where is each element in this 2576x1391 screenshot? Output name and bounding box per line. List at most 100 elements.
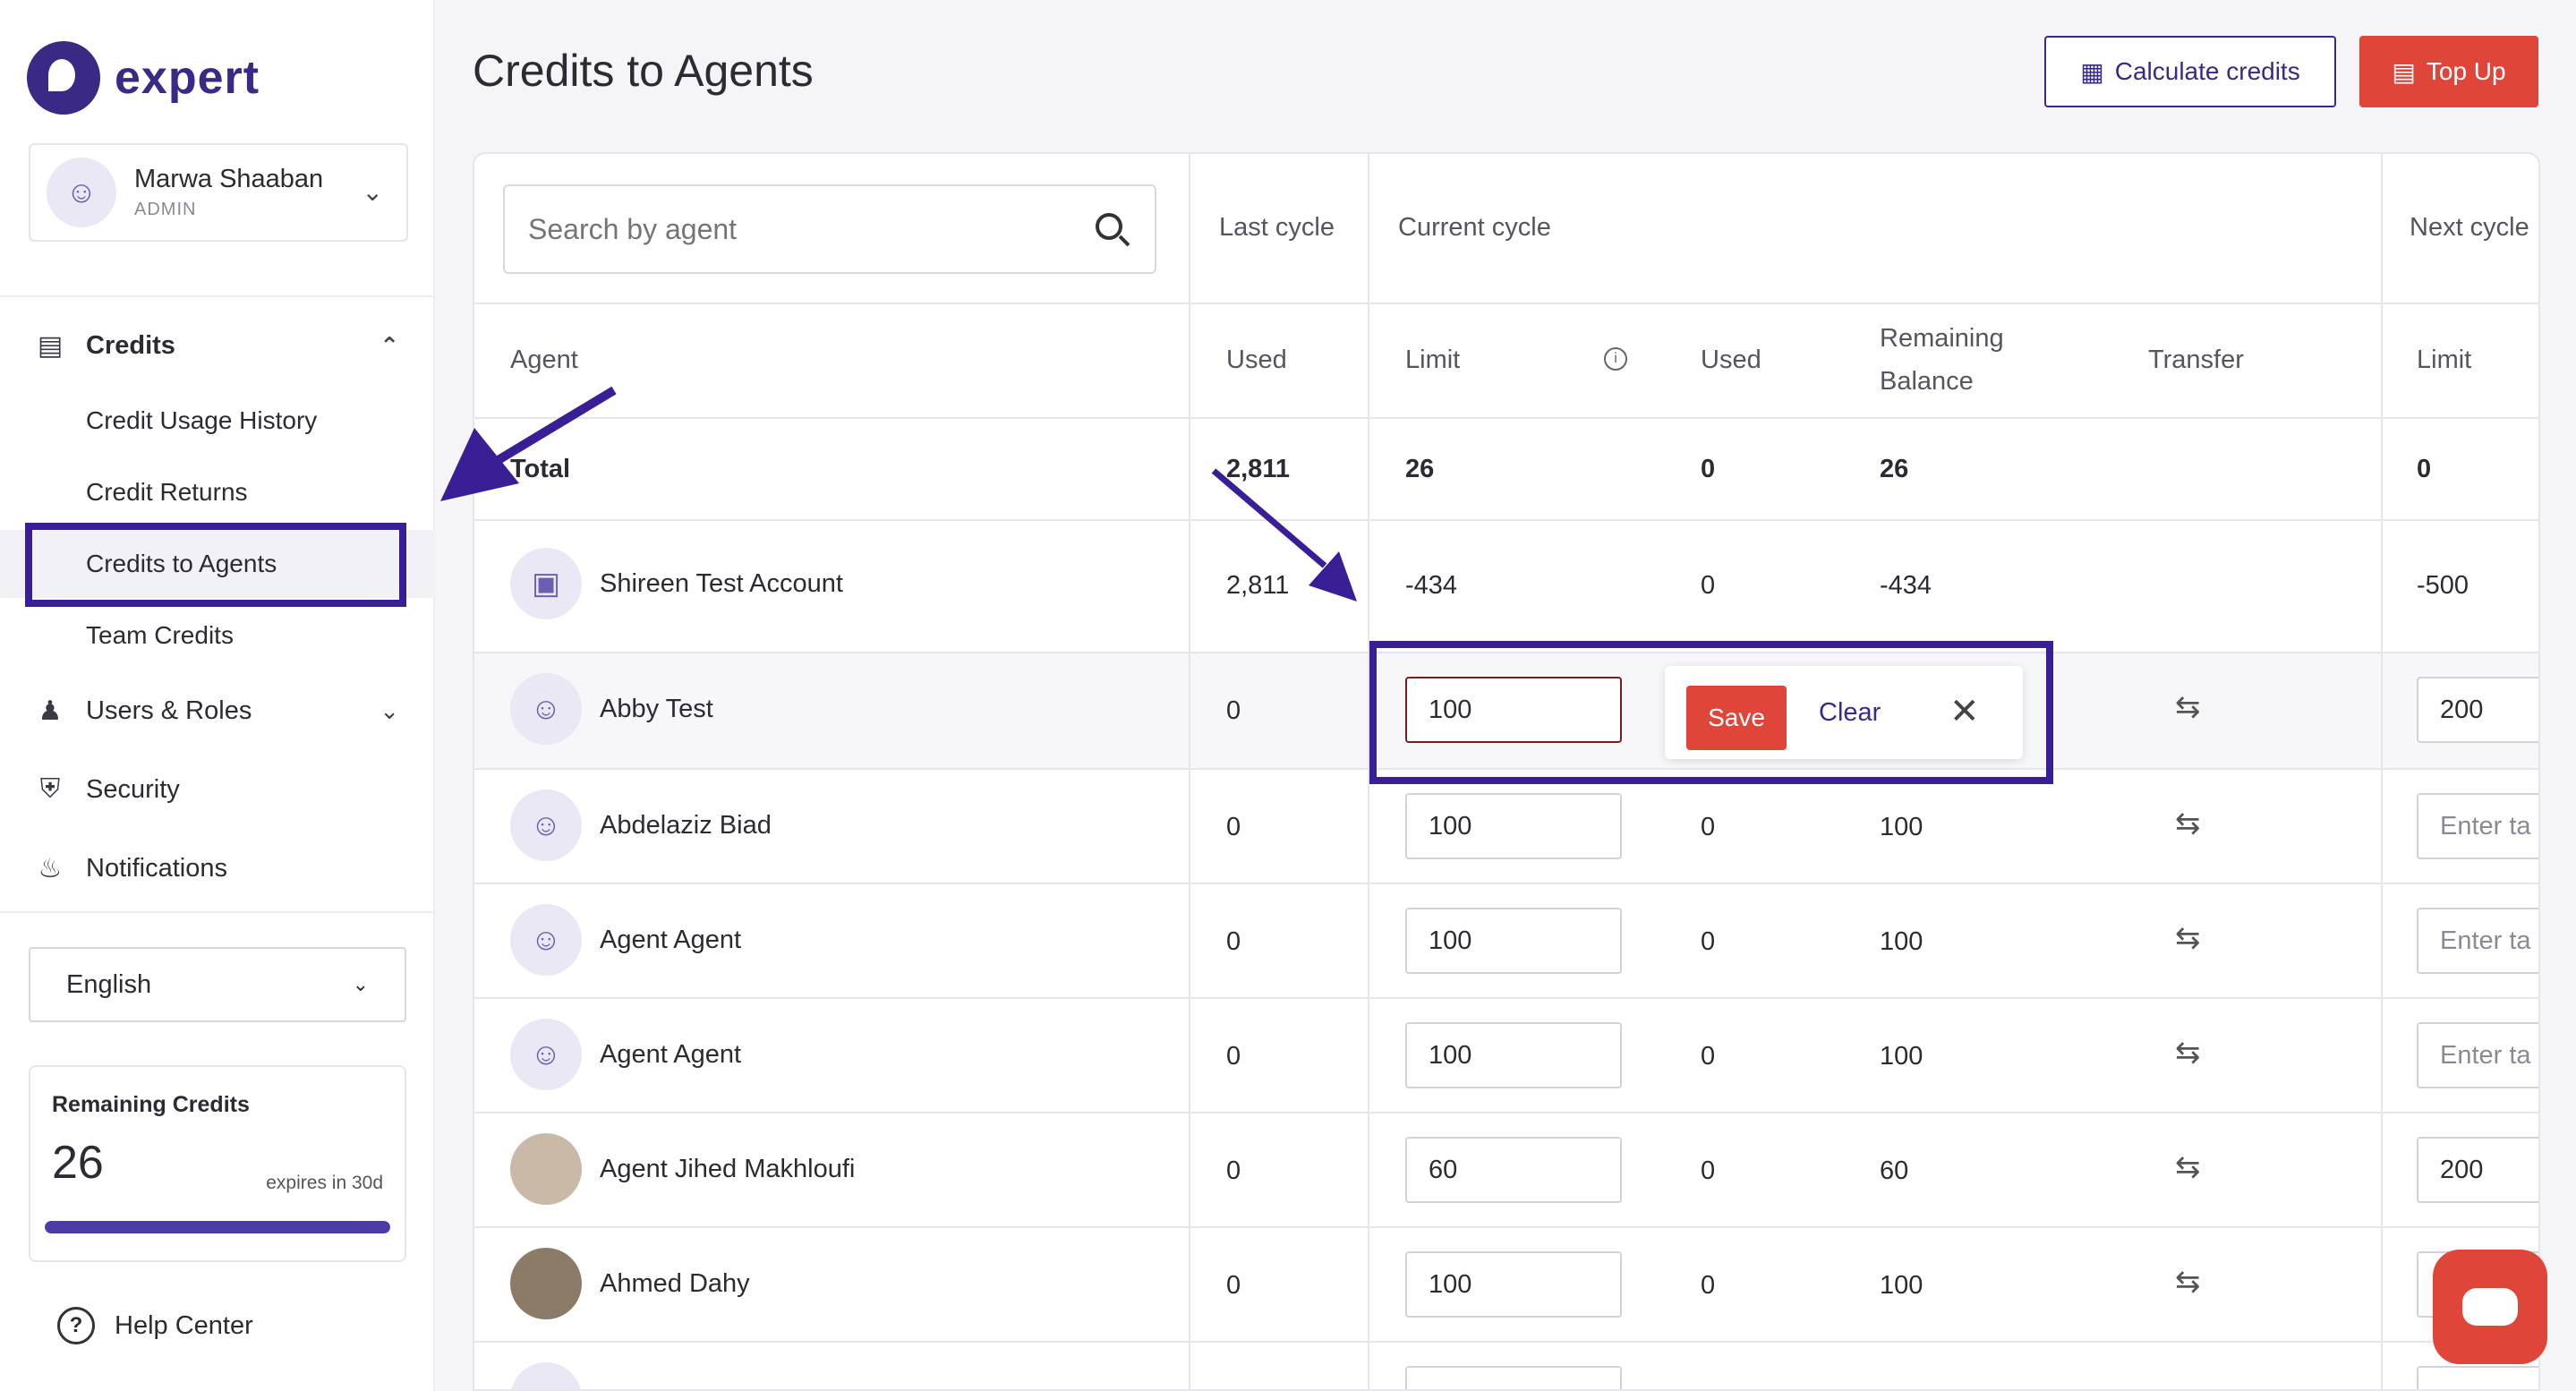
- agent-name: Abdelaziz Biad: [600, 810, 772, 840]
- chevron-down-icon: ⌄: [352, 973, 369, 995]
- row-used: 0: [1701, 1042, 1716, 1071]
- transfer-icon[interactable]: ⇆: [2175, 1035, 2201, 1071]
- header-next-limit: Limit: [2417, 346, 2472, 374]
- sidebar-item-users-roles[interactable]: ♟ Users & Roles ⌄: [0, 680, 435, 741]
- row-used: 0: [1701, 813, 1716, 841]
- row-remaining: 100: [1880, 1042, 1923, 1071]
- chat-icon: [2462, 1288, 2518, 1326]
- sidebar-item-notifications[interactable]: ♨ Notifications: [0, 838, 435, 899]
- row-divider: [474, 997, 2538, 999]
- row-remaining: 100: [1880, 1271, 1923, 1300]
- agent-name: Abby Test: [600, 694, 713, 723]
- remaining-credits-card: Remaining Credits 26 expires in 30d: [29, 1065, 406, 1262]
- row-remaining: 100: [1880, 927, 1923, 956]
- transfer-icon[interactable]: ⇆: [2175, 920, 2201, 956]
- transfer-icon[interactable]: ⇆: [2175, 806, 2201, 841]
- next-limit-input[interactable]: [2417, 1137, 2538, 1203]
- column-divider: [2381, 154, 2383, 1389]
- user-avatar-icon: ☺: [510, 1362, 582, 1389]
- sidebar-item-security[interactable]: ⛨ Security: [0, 759, 435, 820]
- remaining-credits-expiry: expires in 30d: [266, 1173, 383, 1193]
- user-avatar-icon: ☺: [510, 789, 582, 861]
- table-row: Ahmed Dahy: [510, 1248, 750, 1319]
- table-row: ☺ Agent Agent: [510, 904, 741, 976]
- row-divider: [474, 519, 2538, 521]
- header-last-used: Used: [1226, 346, 1287, 374]
- logo[interactable]: expert: [27, 41, 260, 115]
- row-last-used: 0: [1226, 1271, 1241, 1300]
- divider: [0, 295, 435, 297]
- next-limit-input[interactable]: [2417, 677, 2538, 743]
- row-divider: [474, 1112, 2538, 1114]
- help-icon: ?: [57, 1307, 95, 1344]
- top-up-button[interactable]: ▤ Top Up: [2359, 36, 2538, 107]
- user-avatar-icon: ☺: [47, 158, 116, 227]
- limit-input[interactable]: [1405, 908, 1622, 974]
- header-limit: Limit: [1405, 346, 1461, 374]
- nav-group-label: Credits: [86, 330, 175, 360]
- row-divider: [474, 1341, 2538, 1343]
- sidebar-item-label: Users & Roles: [86, 696, 252, 725]
- next-limit-input[interactable]: [2417, 1022, 2538, 1088]
- header-agent: Agent: [510, 346, 578, 374]
- user-menu[interactable]: ☺ Marwa Shaaban ADMIN ⌄: [29, 143, 408, 242]
- language-value: English: [66, 969, 152, 999]
- agent-photo-avatar: [510, 1248, 582, 1319]
- sidebar: expert ☺ Marwa Shaaban ADMIN ⌄ ▤ Credits…: [0, 0, 435, 1391]
- limit-input[interactable]: [1405, 1251, 1622, 1318]
- sidebar-item-credit-returns[interactable]: Credit Returns: [0, 458, 435, 526]
- sidebar-item-label: Notifications: [86, 853, 227, 883]
- table-row: ☺ Agent Agent: [510, 1019, 741, 1090]
- limit-input[interactable]: [1405, 1022, 1622, 1088]
- sidebar-item-label: Credit Usage History: [86, 406, 318, 434]
- remaining-credits-title: Remaining Credits: [52, 1092, 250, 1117]
- next-limit-input[interactable]: [2417, 1366, 2538, 1389]
- sidebar-item-label: Security: [86, 774, 180, 804]
- agent-photo-avatar: [510, 1133, 582, 1205]
- row-last-used: 0: [1226, 1042, 1241, 1071]
- search-input[interactable]: [528, 212, 1065, 246]
- row-last-used: 0: [1226, 927, 1241, 956]
- transfer-icon[interactable]: ⇆: [2175, 1264, 2201, 1300]
- table-row: ☺ Abby Test: [510, 673, 713, 745]
- header-last-cycle: Last cycle: [1219, 213, 1335, 242]
- user-avatar-icon: ☺: [510, 904, 582, 976]
- account-next-limit: -500: [2417, 571, 2469, 600]
- limit-input[interactable]: [1405, 1366, 1622, 1389]
- top-up-label: Top Up: [2426, 57, 2506, 85]
- table-row: ☺ Abdelaziz Biad: [510, 789, 772, 861]
- table-row: Agent Jihed Makhloufi: [510, 1133, 855, 1205]
- briefcase-icon: ▣: [510, 548, 582, 619]
- language-select[interactable]: English ⌄: [29, 947, 406, 1022]
- calculate-credits-button[interactable]: ▦ Calculate credits: [2044, 36, 2336, 107]
- next-limit-input[interactable]: [2417, 793, 2538, 859]
- shield-icon: ⛨: [39, 774, 61, 804]
- row-divider: [474, 303, 2538, 304]
- help-label: Help Center: [115, 1310, 253, 1340]
- limit-input[interactable]: [1405, 1137, 1622, 1203]
- row-used: 0: [1701, 927, 1716, 956]
- header-balance: Balance: [1880, 367, 1974, 396]
- limit-input[interactable]: [1405, 793, 1622, 859]
- remaining-credits-progress: [45, 1221, 390, 1233]
- money-icon: ▤: [37, 330, 64, 361]
- row-last-used: 0: [1226, 813, 1241, 841]
- header-current-cycle: Current cycle: [1398, 213, 1551, 242]
- transfer-icon[interactable]: ⇆: [2175, 1149, 2201, 1185]
- nav-group-credits[interactable]: ▤ Credits ⌃: [0, 315, 435, 376]
- transfer-icon[interactable]: ⇆: [2175, 689, 2201, 725]
- sidebar-item-team-credits[interactable]: Team Credits: [0, 602, 435, 670]
- next-limit-input[interactable]: [2417, 908, 2538, 974]
- table-row: ☺: [510, 1362, 582, 1389]
- help-center-link[interactable]: ? Help Center: [57, 1307, 253, 1344]
- sidebar-item-credit-usage-history[interactable]: Credit Usage History: [0, 387, 435, 455]
- users-icon: ♟: [38, 696, 63, 726]
- info-icon[interactable]: i: [1604, 347, 1627, 371]
- row-divider: [474, 1226, 2538, 1228]
- sidebar-item-label: Credit Returns: [86, 478, 248, 506]
- bell-icon: ♨: [38, 853, 63, 883]
- chat-button[interactable]: [2433, 1250, 2547, 1364]
- chevron-down-icon: ⌄: [380, 696, 399, 724]
- row-used: 0: [1701, 1271, 1716, 1300]
- search-icon[interactable]: [1096, 213, 1122, 240]
